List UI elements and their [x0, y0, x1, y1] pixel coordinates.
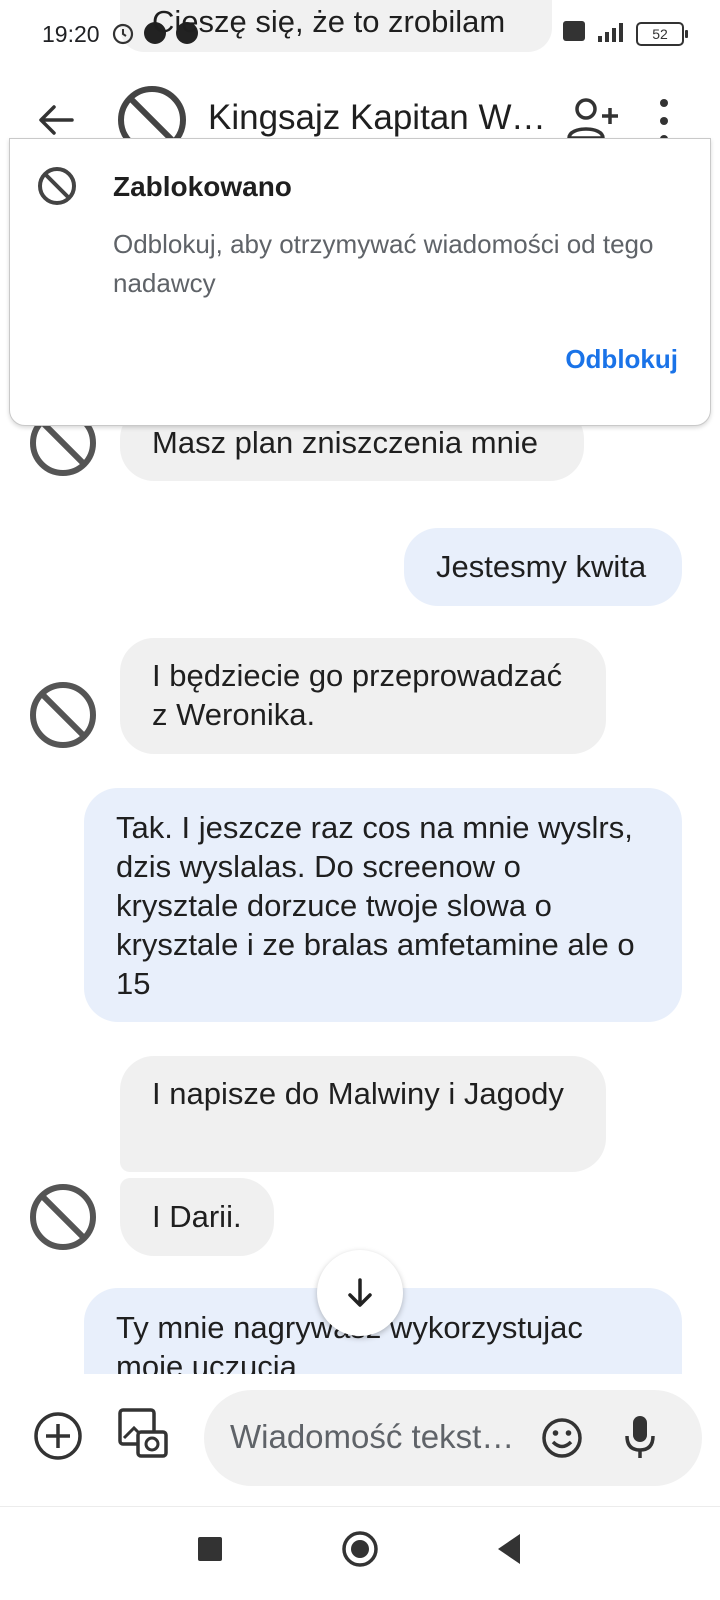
nav-back-icon[interactable] [494, 1531, 524, 1567]
gallery-icon[interactable] [116, 1406, 170, 1460]
back-arrow-icon[interactable] [32, 96, 80, 144]
message-bubble[interactable]: I napisze do Malwiny i Jagody [120, 1056, 606, 1172]
home-button[interactable] [340, 1529, 380, 1569]
blocked-icon [36, 165, 78, 207]
volte-icon [562, 19, 586, 48]
messages-screen: 19:20 Cieszę się, że to zrobilam 52 King… [0, 0, 720, 1600]
status-bar: 19:20 Cieszę się, że to zrobilam 52 [0, 0, 720, 70]
message-text: I będziecie go przeprowadzać z Weronika. [152, 658, 563, 732]
message-text: I napisze do Malwiny i Jagody [152, 1076, 564, 1111]
blocked-banner: Zablokowano Odblokuj, aby otrzymywać wia… [9, 138, 711, 426]
scroll-to-bottom-button[interactable] [317, 1250, 403, 1336]
sender-avatar-blocked-icon[interactable] [28, 1182, 98, 1252]
contact-name[interactable]: Kingsajz Kapitan Wodnik [208, 98, 548, 138]
notification-text: Cieszę się, że to zrobilam [152, 4, 506, 39]
arrow-down-icon [348, 1278, 372, 1307]
battery-indicator: 52 [636, 21, 688, 46]
blocked-title: Zablokowano [113, 171, 292, 202]
status-system-icons: 52 [562, 18, 688, 49]
message-text: Masz plan zniszczenia mnie [152, 425, 538, 460]
unblock-button[interactable]: Odblokuj [565, 344, 678, 375]
add-attachment-icon[interactable] [32, 1410, 84, 1462]
blocked-description: Odblokuj, aby otrzymywać wiadomości od t… [113, 229, 654, 298]
sender-avatar-blocked-icon[interactable] [28, 680, 98, 750]
recents-button[interactable] [198, 1537, 222, 1561]
message-text: I Darii. [152, 1199, 242, 1234]
system-navigation-bar [0, 1506, 720, 1600]
message-input[interactable]: Wiadomość tekstowa [204, 1390, 702, 1486]
compose-bar: Wiadomość tekstowa [0, 1376, 720, 1496]
signal-icon [594, 18, 628, 49]
emoji-icon[interactable] [540, 1416, 584, 1460]
alarm-icon [110, 20, 136, 46]
message-text: Jestesmy kwita [436, 549, 647, 584]
status-time: 19:20 [42, 21, 100, 47]
message-text: Tak. I jeszcze raz cos na mnie wyslrs, d… [116, 810, 635, 1001]
message-bubble[interactable]: Jestesmy kwita [404, 528, 682, 606]
message-bubble[interactable]: I Darii. [120, 1178, 274, 1256]
message-bubble[interactable]: I będziecie go przeprowadzać z Weronika. [120, 638, 606, 754]
message-bubble[interactable]: Tak. I jeszcze raz cos na mnie wyslrs, d… [84, 788, 682, 1022]
message-input-placeholder: Wiadomość tekstowa [230, 1418, 520, 1455]
microphone-icon[interactable] [624, 1412, 656, 1462]
